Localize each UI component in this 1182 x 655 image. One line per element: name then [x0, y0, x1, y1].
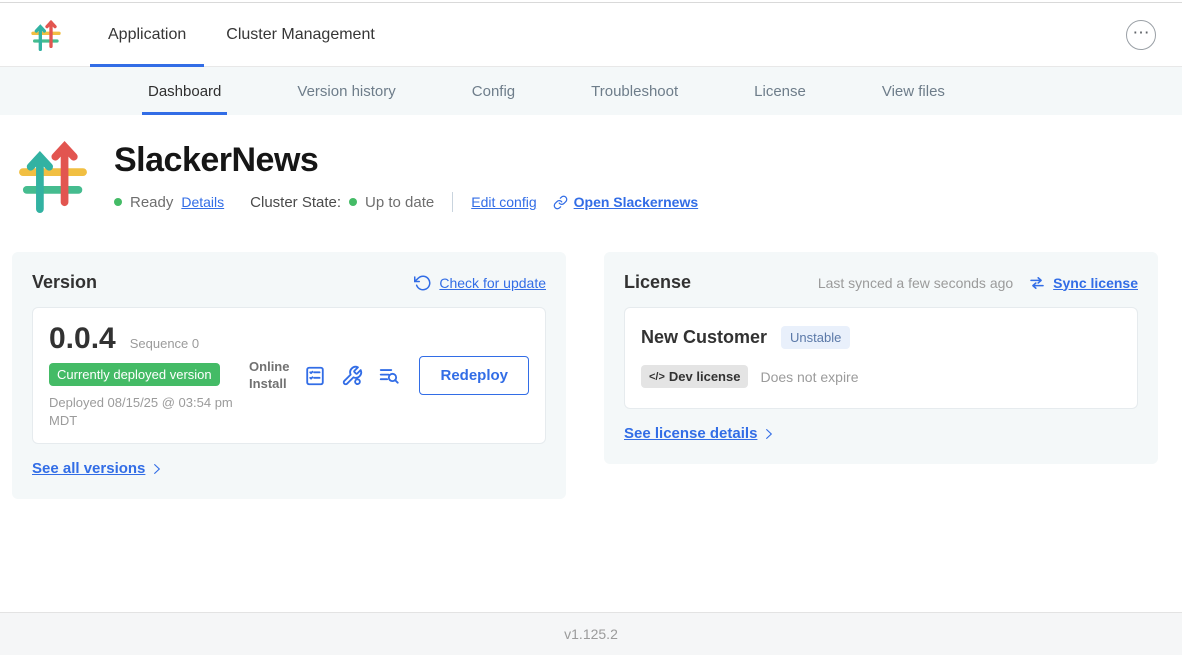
- cluster-state-value: Up to date: [365, 194, 434, 211]
- subnav-item-license-label: License: [754, 83, 806, 100]
- install-type-line2: Install: [249, 376, 289, 393]
- check-for-update[interactable]: Check for update: [414, 274, 546, 292]
- subnav-item-dashboard-label: Dashboard: [148, 83, 221, 100]
- license-type-row: </> Dev license Does not expire: [641, 365, 1121, 388]
- redeploy-button[interactable]: Redeploy: [419, 356, 529, 395]
- subnav-item-dashboard[interactable]: Dashboard: [110, 67, 259, 115]
- subnav-item-config-label: Config: [472, 83, 515, 100]
- version-card-header: Version Check for update: [32, 272, 546, 293]
- slackernews-app-icon: [16, 139, 90, 213]
- current-version-info: 0.0.4 Sequence 0 Currently deployed vers…: [49, 322, 249, 429]
- subnav-item-version-history[interactable]: Version history: [259, 67, 433, 115]
- current-version-panel: 0.0.4 Sequence 0 Currently deployed vers…: [32, 307, 546, 444]
- see-license-details-label: See license details: [624, 425, 757, 442]
- last-synced-label: Last synced a few seconds ago: [818, 275, 1013, 291]
- license-details-panel: New Customer Unstable </> Dev license Do…: [624, 307, 1138, 409]
- app-subnav: Dashboard Version history Config Trouble…: [0, 67, 1182, 115]
- cluster-state-dot: [349, 198, 357, 206]
- license-card-title: License: [624, 272, 691, 293]
- ellipsis-icon: ⋯: [1133, 24, 1150, 41]
- install-type-line1: Online: [249, 359, 289, 376]
- install-type-label: Online Install: [249, 359, 289, 393]
- chevron-right-icon: [150, 462, 164, 476]
- app-status-row: Ready Details Cluster State: Up to date …: [114, 192, 698, 212]
- version-actions: Online Install: [249, 356, 529, 395]
- subnav-item-config[interactable]: Config: [434, 67, 553, 115]
- sequence-label: Sequence 0: [130, 336, 199, 351]
- code-icon: </>: [649, 371, 665, 383]
- dev-license-badge-label: Dev license: [669, 369, 741, 384]
- app-header: SlackerNews Ready Details Cluster State:…: [0, 115, 1182, 218]
- subnav-item-view-files-label: View files: [882, 83, 945, 100]
- check-for-update-label: Check for update: [439, 275, 546, 291]
- license-card-header: License Last synced a few seconds ago Sy…: [624, 272, 1138, 293]
- more-menu-button[interactable]: ⋯: [1126, 20, 1156, 50]
- top-navbar: Application Cluster Management ⋯: [0, 3, 1182, 67]
- console-version: v1.125.2: [564, 626, 618, 642]
- vertical-divider: [452, 192, 453, 212]
- open-app-link[interactable]: Open Slackernews: [553, 194, 699, 210]
- dashboard-main: SlackerNews Ready Details Cluster State:…: [0, 115, 1182, 499]
- sync-arrows-icon: [1028, 274, 1046, 292]
- tab-application[interactable]: Application: [88, 3, 206, 66]
- page-title: SlackerNews: [114, 141, 698, 180]
- channel-badge: Unstable: [781, 326, 850, 349]
- cluster-state-label: Cluster State:: [250, 194, 341, 211]
- see-all-versions[interactable]: See all versions: [32, 460, 546, 477]
- subnav-item-license[interactable]: License: [716, 67, 844, 115]
- subnav-item-troubleshoot-label: Troubleshoot: [591, 83, 678, 100]
- ready-status-dot: [114, 198, 122, 206]
- version-card: Version Check for update: [12, 252, 566, 499]
- dev-license-badge: </> Dev license: [641, 365, 748, 388]
- app-icon: [16, 139, 90, 218]
- subnav-item-troubleshoot[interactable]: Troubleshoot: [553, 67, 716, 115]
- chevron-right-icon: [762, 427, 776, 441]
- release-notes-icon[interactable]: [304, 365, 326, 387]
- version-number: 0.0.4: [49, 322, 116, 356]
- subnav-item-version-history-label: Version history: [297, 83, 395, 100]
- see-all-versions-label: See all versions: [32, 460, 145, 477]
- version-number-row: 0.0.4 Sequence 0: [49, 322, 249, 356]
- slackernews-logo-icon: [30, 19, 62, 51]
- config-wrench-icon[interactable]: [341, 365, 363, 387]
- refresh-history-icon: [414, 274, 432, 292]
- open-app-link-label: Open Slackernews: [574, 194, 699, 210]
- ready-status-label: Ready: [130, 194, 173, 211]
- edit-config-link[interactable]: Edit config: [471, 194, 536, 210]
- version-card-title: Version: [32, 272, 97, 293]
- subnav-item-view-files[interactable]: View files: [844, 67, 983, 115]
- customer-name: New Customer: [641, 327, 767, 348]
- tab-cluster-management[interactable]: Cluster Management: [206, 3, 395, 66]
- license-card: License Last synced a few seconds ago Sy…: [604, 252, 1158, 464]
- admin-console-page: Application Cluster Management ⋯ Dashboa…: [0, 0, 1182, 655]
- external-link-icon: [553, 195, 568, 210]
- tab-application-label: Application: [108, 26, 186, 44]
- deployed-status-badge: Currently deployed version: [49, 363, 220, 386]
- deployed-timestamp: Deployed 08/15/25 @ 03:54 pm MDT: [49, 394, 249, 429]
- dashboard-cards: Version Check for update: [0, 218, 1182, 499]
- license-customer-row: New Customer Unstable: [641, 326, 1121, 349]
- details-link[interactable]: Details: [181, 194, 224, 210]
- tab-cluster-management-label: Cluster Management: [226, 26, 375, 44]
- view-logs-icon[interactable]: [378, 365, 400, 387]
- app-header-text: SlackerNews Ready Details Cluster State:…: [114, 139, 698, 218]
- license-sync-area: Last synced a few seconds ago Sync licen…: [818, 274, 1138, 292]
- sync-license-link[interactable]: Sync license: [1053, 275, 1138, 291]
- console-footer: v1.125.2: [0, 612, 1182, 655]
- app-logo[interactable]: [30, 3, 62, 66]
- top-tabs: Application Cluster Management: [88, 3, 395, 66]
- license-expiration: Does not expire: [760, 369, 858, 385]
- see-license-details[interactable]: See license details: [624, 425, 1138, 442]
